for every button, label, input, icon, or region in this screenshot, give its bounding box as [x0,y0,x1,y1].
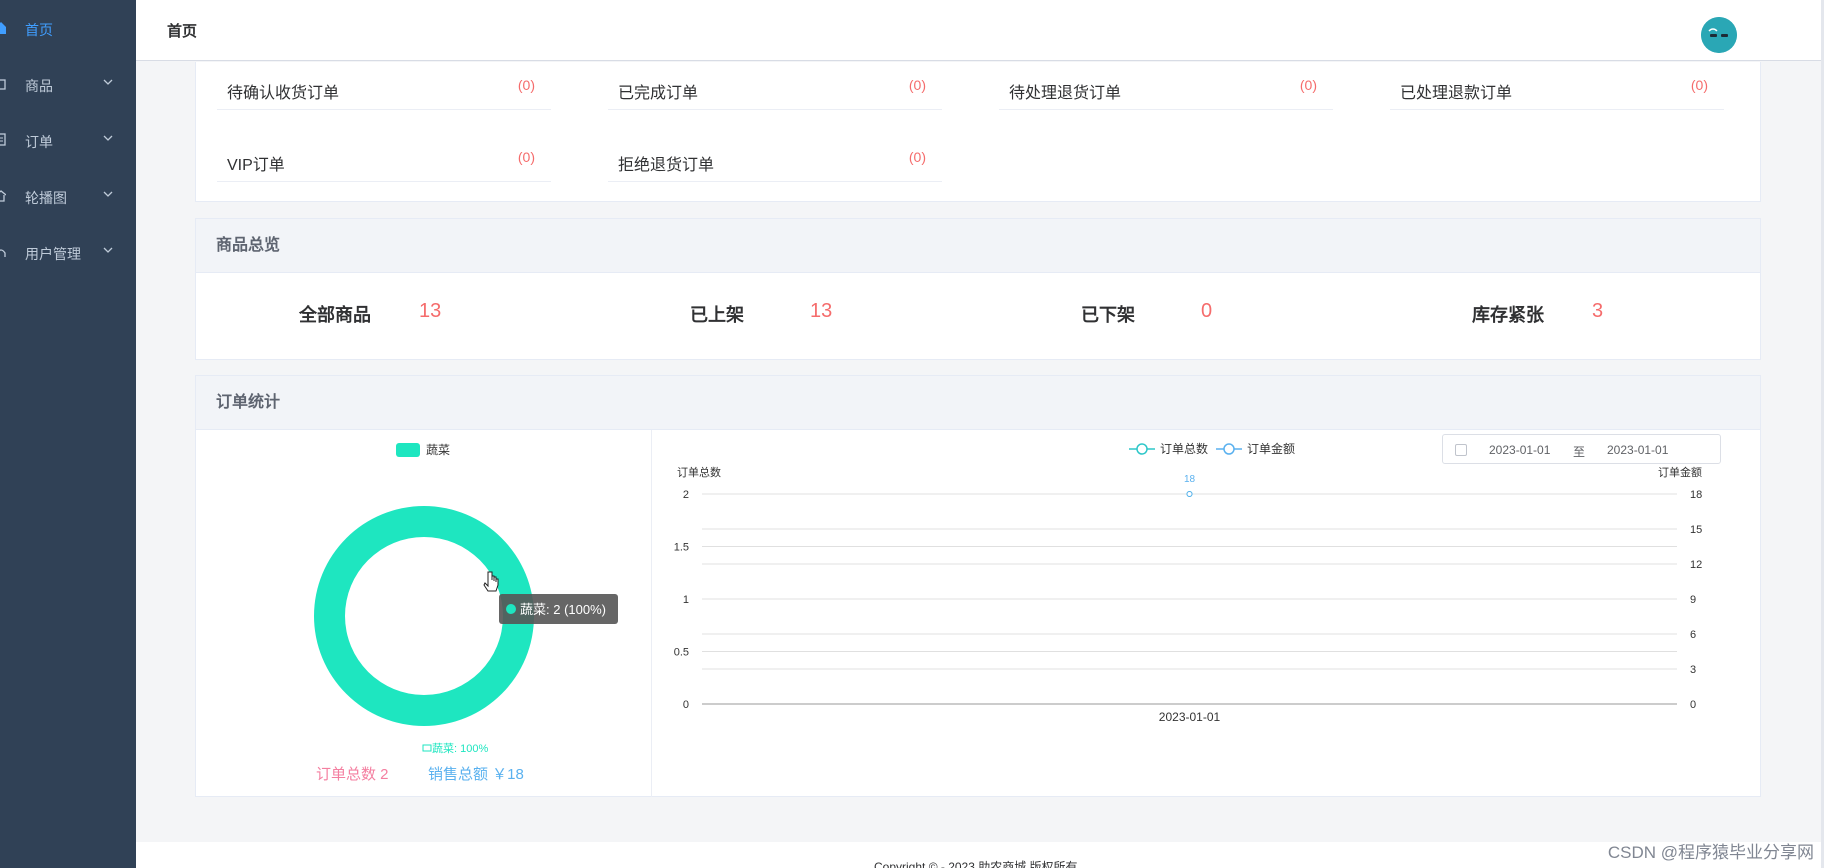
status-label: 待处理退货订单 [1009,85,1122,102]
status-label: 待确认收货订单 [227,85,340,102]
y-axis-left-tick: 0 [683,699,689,711]
line-legend-label: 订单金额 [1247,441,1295,456]
overview-label: 全部商品 [299,305,371,325]
y-axis-right-tick: 18 [1690,489,1702,501]
status-item-refunded[interactable]: 已处理退款订单 (0) [1390,62,1724,110]
overview-value: 13 [419,300,442,322]
status-count: (0) [908,149,926,165]
y-axis-left-tick: 2 [683,489,689,501]
pie-legend-swatch[interactable] [396,443,420,457]
line-legend-orders[interactable]: 订单总数 [1129,441,1208,456]
status-count: (0) [1690,77,1708,93]
product-overview-card: 商品总览 全部商品 13 已上架 13 已下架 0 库存紧张 3 [195,218,1761,360]
pie-tooltip-text: 蔬菜: 2 (100%) [520,602,606,617]
chevron-down-icon [103,135,113,141]
pie-legend-label[interactable]: 蔬菜 [426,443,450,457]
sidebar-item-label: 订单 [25,134,53,150]
overview-value: 0 [1201,300,1213,322]
line-legend-amount[interactable]: 订单金额 [1216,441,1295,456]
order-status-card: 待确认收货订单 (0) 已完成订单 (0) 待处理退货订单 (0) 已处理退款订… [195,62,1761,202]
footer: Copyright © - 2023 助农商城 版权所有 [136,842,1821,868]
line-chart: 订单总数 订单金额 订单总数 订单金额 0 3 6 9 12 15 18 0 0.5 1 1.5 2 2… [674,441,1703,724]
card-title: 商品总览 [196,219,1760,273]
sidebar-item-orders[interactable]: 订单 [0,112,136,168]
status-item-pending-receipt[interactable]: 待确认收货订单 (0) [217,62,551,110]
overview-value: 13 [810,300,833,322]
date-end-input[interactable]: 2023-01-01 [1607,443,1668,457]
status-count: (0) [1299,77,1317,93]
card-title: 订单统计 [196,376,1760,430]
calendar-icon [1455,444,1467,456]
y-axis-right-tick: 15 [1690,524,1702,536]
breadcrumb[interactable]: 首页 [167,20,197,41]
y-axis-right-tick: 12 [1690,559,1702,571]
avatar-icon [1701,17,1737,53]
order-icon [0,133,6,146]
x-axis-tick: 2023-01-01 [1159,710,1221,724]
order-stats-card: 订单统计 蔬菜 蔬菜: 100% 蔬菜: 2 (100%) 订单总数 2 销售总… [195,375,1761,797]
sidebar-item-label: 首页 [25,22,53,38]
home-icon [0,22,6,34]
avatar[interactable] [1701,17,1737,53]
line-grid [702,493,1677,705]
sidebar-item-users[interactable]: 用户管理 [0,224,136,280]
line-points: 18 [1184,474,1196,497]
sidebar: 首页 商品 订单 轮播图 用户管理 [0,0,136,868]
carousel-icon [0,190,6,202]
data-point [1186,491,1193,497]
status-item-pending-return[interactable]: 待处理退货订单 (0) [999,62,1333,110]
y-axis-left-title: 订单总数 [677,465,721,479]
overview-value: 3 [1592,300,1604,322]
sidebar-item-label: 商品 [25,78,53,94]
status-count: (0) [908,77,926,93]
y-axis-right-tick: 3 [1690,664,1696,676]
pie-tooltip: 蔬菜: 2 (100%) [499,594,618,624]
footer-copyright: Copyright © - 2023 助农商城 版权所有 [874,860,1078,868]
overview-label: 已上架 [690,305,744,325]
sidebar-item-home[interactable]: 首页 [0,0,136,56]
point-label: 18 [1184,474,1196,485]
status-item-vip[interactable]: VIP订单 (0) [217,134,551,182]
overview-label: 已下架 [1081,305,1135,325]
goods-icon [0,79,6,90]
user-icon [0,249,6,257]
sidebar-item-goods[interactable]: 商品 [0,56,136,112]
status-label: 已完成订单 [618,85,699,102]
watermark: CSDN @程序猿毕业分享网 [1607,843,1814,862]
status-item-rejected-return[interactable]: 拒绝退货订单 (0) [608,134,942,182]
status-label: VIP订单 [227,157,285,174]
y-axis-left-tick: 0.5 [674,647,689,659]
y-axis-right-tick: 0 [1690,699,1696,711]
pie-chart: 蔬菜 蔬菜: 100% 蔬菜: 2 (100%) 订单总数 2 销售总额 ￥18 [314,443,618,783]
sidebar-item-label: 用户管理 [25,246,81,262]
y-axis-right-tick: 9 [1690,594,1696,606]
status-count: (0) [517,149,535,165]
date-range-picker[interactable]: 2023-01-01 至 2023-01-01 [1442,434,1721,464]
pie-slice-label: 蔬菜: 100% [432,742,488,755]
line-legend-label: 订单总数 [1160,441,1208,456]
date-start-input[interactable]: 2023-01-01 [1489,443,1550,457]
sales-total-label: 销售总额 ￥18 [428,766,524,783]
sidebar-item-label: 轮播图 [25,190,67,206]
y-axis-left-tick: 1 [683,594,689,606]
date-range-separator: 至 [1573,445,1586,459]
chevron-down-icon [103,191,113,197]
status-label: 已处理退款订单 [1400,85,1513,102]
y-axis-left-tick: 1.5 [674,542,689,554]
chevron-down-icon [103,247,113,253]
pie-label-marker [422,744,432,752]
overview-label: 库存紧张 [1472,305,1544,325]
line-ticks: 0 3 6 9 12 15 18 0 0.5 1 1.5 2 2023-01-01 [674,489,1703,724]
status-item-completed[interactable]: 已完成订单 (0) [608,62,942,110]
y-axis-right-title: 订单金额 [1658,465,1702,479]
y-axis-right-tick: 6 [1690,629,1696,641]
status-count: (0) [517,77,535,93]
top-header: 首页 [136,0,1824,61]
status-label: 拒绝退货订单 [618,157,715,174]
sidebar-item-carousel[interactable]: 轮播图 [0,168,136,224]
order-total-label: 订单总数 2 [316,766,389,783]
chevron-down-icon [103,79,113,85]
